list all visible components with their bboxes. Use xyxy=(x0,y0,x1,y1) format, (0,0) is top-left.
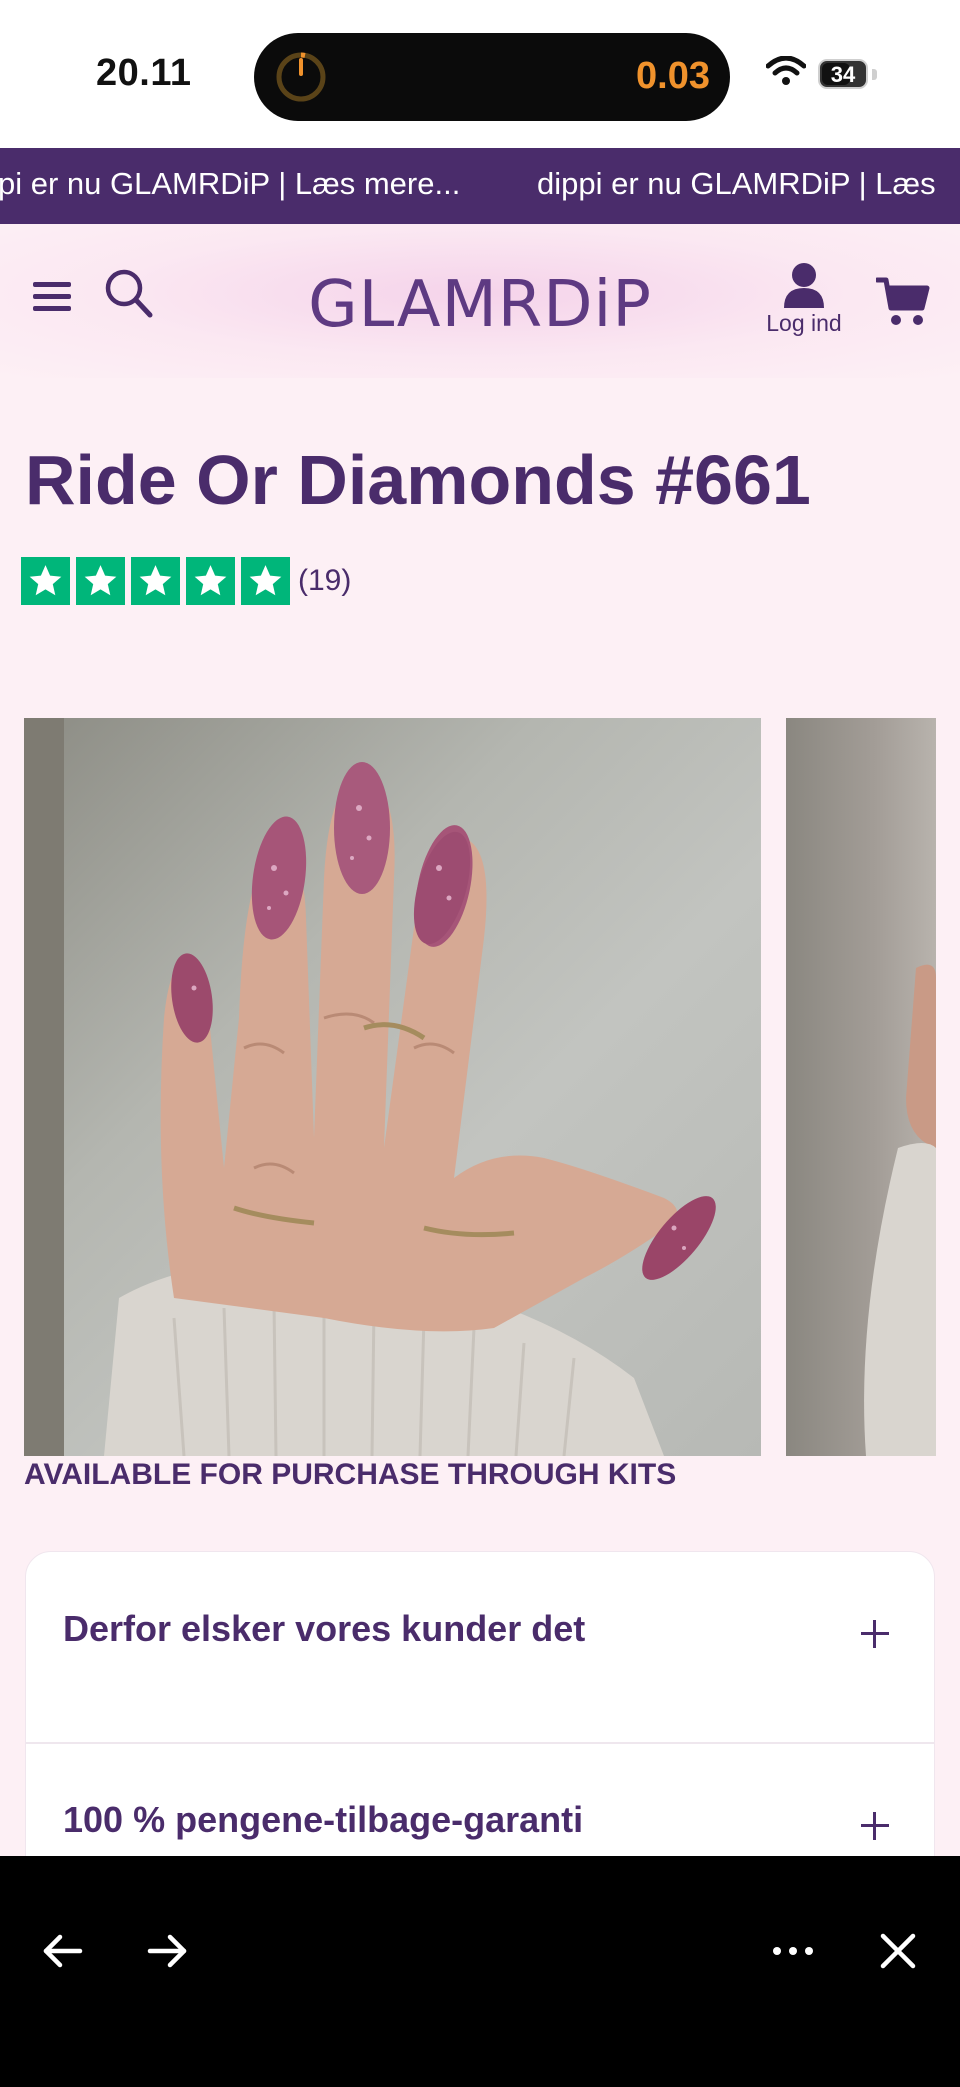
accordion-label[interactable]: Derfor elsker vores kunder det xyxy=(63,1608,585,1650)
login-label: Log ind xyxy=(766,310,842,336)
activity-value: 0.03 xyxy=(636,55,710,97)
more-icon[interactable] xyxy=(768,1926,818,1976)
browser-toolbar xyxy=(0,1856,960,2087)
account-icon xyxy=(784,263,824,308)
announcement-text[interactable]: dippi er nu GLAMRDiP | Læs xyxy=(537,166,936,202)
star-icon xyxy=(241,557,290,605)
status-bar: 20.11 0.03 34 xyxy=(0,0,960,148)
back-arrow-icon[interactable] xyxy=(38,1926,88,1976)
cart-icon[interactable] xyxy=(876,276,930,328)
star-icon xyxy=(186,557,235,605)
hand-photo xyxy=(24,718,716,1456)
battery-indicator: 34 xyxy=(818,59,868,89)
login-button[interactable]: Log ind xyxy=(762,262,846,337)
product-title: Ride Or Diamonds #661 xyxy=(25,441,811,519)
rating-count[interactable]: (19) xyxy=(298,564,351,598)
star-icon xyxy=(131,557,180,605)
timer-icon xyxy=(276,52,326,102)
star-icon xyxy=(76,557,125,605)
dynamic-island: 0.03 xyxy=(254,33,730,121)
forward-arrow-icon[interactable] xyxy=(142,1926,192,1976)
close-icon[interactable] xyxy=(873,1926,923,1976)
availability-note: AVAILABLE FOR PURCHASE THROUGH KITS xyxy=(24,1458,677,1491)
product-rating[interactable]: (19) xyxy=(21,557,351,605)
plus-icon[interactable] xyxy=(861,1812,889,1840)
accordion-item-customer-love[interactable]: Derfor elsker vores kunder det xyxy=(26,1552,934,1742)
status-time: 20.11 xyxy=(96,52,192,94)
star-icon xyxy=(21,557,70,605)
plus-icon[interactable] xyxy=(861,1620,889,1648)
accordion-label[interactable]: 100 % pengene-tilbage-garanti xyxy=(63,1799,583,1841)
next-product-image[interactable] xyxy=(786,718,936,1456)
battery-level: 34 xyxy=(830,62,856,87)
announcement-bar[interactable]: pi er nu GLAMRDiP | Læs mere... dippi er… xyxy=(0,148,960,224)
site-header: GLAMRDiP Log ind xyxy=(0,224,960,378)
wifi-icon xyxy=(766,56,806,85)
announcement-text[interactable]: pi er nu GLAMRDiP | Læs mere... xyxy=(0,166,460,202)
product-image[interactable] xyxy=(24,718,761,1456)
